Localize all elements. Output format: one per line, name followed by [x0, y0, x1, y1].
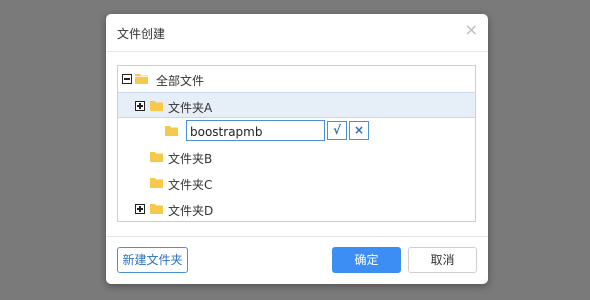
collapse-icon[interactable] [122, 74, 132, 84]
close-icon[interactable]: × [465, 21, 478, 39]
tree-item-label: 文件夹D [168, 204, 214, 218]
folder-icon [150, 203, 164, 214]
folder-icon [150, 151, 164, 162]
folder-icon [150, 100, 164, 111]
folder-icon [165, 125, 179, 136]
dialog-footer: 新建文件夹 确定 取消 [106, 236, 488, 284]
expand-icon[interactable] [135, 204, 145, 214]
cancel-name-button[interactable]: × [349, 121, 369, 140]
tree-item-label: 文件夹C [168, 178, 213, 192]
new-folder-edit-row: √ × [118, 118, 475, 144]
dialog-title: 文件创建 [117, 27, 166, 41]
folder-icon [150, 177, 164, 188]
folder-tree: 全部文件 文件夹A √ × 文件夹B [117, 65, 476, 222]
tree-item-label: 文件夹B [168, 152, 213, 166]
tree-root-label: 全部文件 [156, 74, 205, 88]
tree-item-folder-b[interactable]: 文件夹B [118, 144, 475, 170]
ok-button[interactable]: 确定 [332, 247, 401, 273]
tree-item-label: 文件夹A [168, 101, 213, 115]
tree-item-folder-c[interactable]: 文件夹C [118, 170, 475, 196]
cancel-button[interactable]: 取消 [408, 247, 477, 273]
tree-item-folder-a[interactable]: 文件夹A [118, 92, 475, 118]
new-folder-button[interactable]: 新建文件夹 [117, 247, 188, 273]
expand-icon[interactable] [135, 101, 145, 111]
tree-root-row[interactable]: 全部文件 [118, 66, 475, 92]
tree-item-folder-d[interactable]: 文件夹D [118, 196, 475, 221]
folder-open-icon [135, 73, 149, 84]
folder-name-input[interactable] [186, 120, 325, 141]
dialog-header: 文件创建 × [106, 14, 488, 52]
file-create-dialog: 文件创建 × 全部文件 文件夹A √ × [106, 14, 488, 284]
confirm-name-button[interactable]: √ [327, 121, 347, 140]
